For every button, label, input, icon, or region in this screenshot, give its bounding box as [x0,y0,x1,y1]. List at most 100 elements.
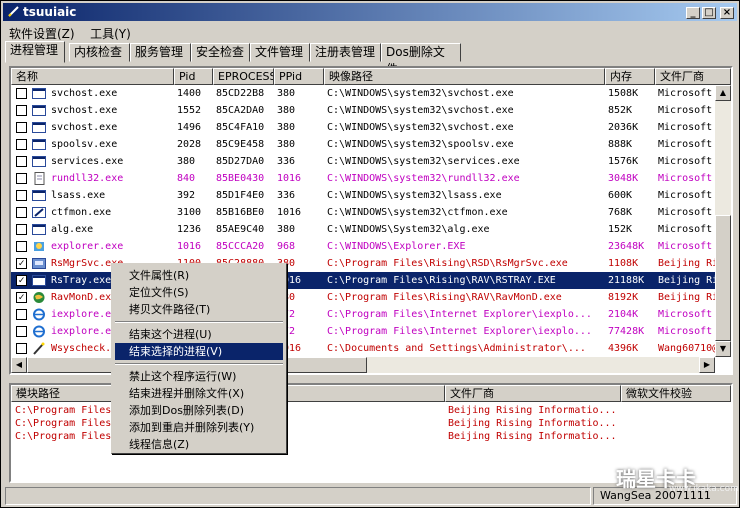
vertical-scroll-thumb[interactable] [715,215,731,341]
row-checkbox[interactable] [16,241,27,252]
row-checkbox[interactable] [16,156,27,167]
context-menu-item[interactable]: 拷贝文件路径(T) [115,301,283,318]
row-checkbox[interactable] [16,122,27,133]
module-vendor: Beijing Rising Informatio... [448,431,617,442]
tab-security[interactable]: 安全检查 [191,43,250,62]
row-checkbox[interactable]: ✓ [16,292,27,303]
process-vendor: Wang60710@ [658,343,715,354]
process-name: spoolsv.exe [51,139,118,150]
process-pid: 840 [177,173,196,184]
row-checkbox[interactable] [16,207,27,218]
vertical-scrollbar[interactable]: ▲ ▼ [715,85,731,357]
table-row[interactable]: svchost.exe 1400 85CD22B8 380 C:\WINDOWS\sys… [11,85,715,102]
row-checkbox[interactable] [16,88,27,99]
process-image-path: C:\WINDOWS\system32\services.exe [327,156,520,167]
minimize-button[interactable]: _ [686,7,700,19]
scroll-down-button[interactable]: ▼ [715,341,731,357]
table-row[interactable]: svchost.exe 1496 85C4FA10 380 C:\WINDOWS\sys… [11,119,715,136]
module-path: C:\Program Files [15,405,112,416]
process-pid: 392 [177,190,196,201]
main-window: tsuuiaic _ □ × 软件设置(Z) 工具(Y) 进程管理 内核检查 服… [0,0,740,508]
process-image-path: C:\WINDOWS\Explorer.EXE [327,241,466,252]
context-menu-item[interactable]: 结束进程并删除文件(X) [115,385,283,402]
row-checkbox[interactable] [16,326,27,337]
process-memory: 768K [608,207,633,218]
process-memory: 2104K [608,309,639,320]
context-menu-item[interactable]: 禁止这个程序运行(W) [115,368,283,385]
col-eprocess[interactable]: EPROCESS [213,68,274,85]
scroll-left-button[interactable]: ◀ [11,357,27,373]
app-icon [32,189,46,202]
table-row[interactable]: rundll32.exe 840 85BE0430 1016 C:\WINDOWS\sy… [11,170,715,187]
scroll-right-button[interactable]: ▶ [699,357,715,373]
process-name: services.exe [51,156,124,167]
context-menu-item[interactable]: 结束选择的进程(V) [115,343,283,360]
process-eprocess: 85AE9C40 [216,224,265,235]
context-menu-item[interactable]: 结束这个进程(U) [115,326,283,343]
col-ppid[interactable]: PPid [274,68,324,85]
context-menu-item[interactable]: 文件属性(R) [115,267,283,284]
tab-process[interactable]: 进程管理 [5,41,65,63]
process-ppid: 380 [277,139,296,150]
row-checkbox[interactable]: ✓ [16,275,27,286]
tab-registry[interactable]: 注册表管理 [310,43,381,62]
col-vendor[interactable]: 文件厂商 [655,68,731,85]
app-icon [32,155,46,168]
process-vendor: Beijing Ri [658,258,715,269]
col-name[interactable]: 名称 [11,68,174,85]
table-row[interactable]: lsass.exe 392 85D1F4E0 336 C:\WINDOWS\system… [11,187,715,204]
row-checkbox[interactable] [16,343,27,354]
module-path: C:\Program Files [15,431,112,442]
window-title: tsuuiaic [23,5,77,19]
table-row[interactable]: ctfmon.exe 3100 85B16BE0 1016 C:\WINDOWS\sys… [11,204,715,221]
maximize-button[interactable]: □ [702,7,716,19]
table-row[interactable]: services.exe 380 85D27DA0 336 C:\WINDOWS\sys… [11,153,715,170]
process-pid: 1552 [177,105,202,116]
tab-kernel[interactable]: 内核检查 [69,43,130,62]
process-memory: 4396K [608,343,639,354]
table-row[interactable]: alg.exe 1236 85AE9C40 380 C:\WINDOWS\System3… [11,221,715,238]
col-module-vendor[interactable]: 文件厂商 [445,385,621,402]
process-vendor: Microsoft [658,156,713,167]
close-button[interactable]: × [720,7,734,19]
context-menu-item[interactable]: 添加到Dos删除列表(D) [115,402,283,419]
process-memory: 852K [608,105,633,116]
row-checkbox[interactable] [16,309,27,320]
col-memory[interactable]: 内存 [605,68,655,85]
process-image-path: C:\WINDOWS\system32\spoolsv.exe [327,139,514,150]
table-row[interactable]: spoolsv.exe 2028 85C9E458 380 C:\WINDOWS\sys… [11,136,715,153]
process-vendor: Microsoft [658,122,713,133]
col-pid[interactable]: Pid [174,68,213,85]
col-image-path[interactable]: 映像路径 [324,68,605,85]
row-checkbox[interactable] [16,190,27,201]
context-menu-item[interactable]: 添加到重启并删除列表(Y) [115,419,283,436]
row-checkbox[interactable] [16,224,27,235]
table-row[interactable]: svchost.exe 1552 85CA2DA0 380 C:\WINDOWS\sys… [11,102,715,119]
scroll-up-button[interactable]: ▲ [715,85,731,101]
context-menu-item[interactable]: 线程信息(Z) [115,436,283,453]
context-menu-item[interactable]: 定位文件(S) [115,284,283,301]
process-memory: 77428K [608,326,645,337]
process-image-path: C:\WINDOWS\system32\ctfmon.exe [327,207,508,218]
row-checkbox[interactable]: ✓ [16,258,27,269]
row-checkbox[interactable] [16,105,27,116]
process-eprocess: 85B16BE0 [216,207,265,218]
tab-files[interactable]: 文件管理 [250,43,310,62]
process-image-path: C:\Program Files\Internet Explorer\iexpl… [327,326,592,337]
process-pid: 3100 [177,207,202,218]
process-ppid: 968 [277,241,296,252]
process-memory: 3048K [608,173,639,184]
process-name: svchost.exe [51,122,118,133]
table-row[interactable]: explorer.exe 1016 85CCCA20 968 C:\WINDOWS\Ex… [11,238,715,255]
tab-services[interactable]: 服务管理 [130,43,191,62]
row-checkbox[interactable] [16,139,27,150]
row-checkbox[interactable] [16,173,27,184]
process-pid: 1496 [177,122,202,133]
app-icon [32,138,46,151]
app-icon [32,121,46,134]
col-ms-verify[interactable]: 微软文件校验 [621,385,731,402]
process-eprocess: 85BE0430 [216,173,265,184]
title-bar[interactable]: tsuuiaic _ □ × [3,3,737,21]
module-vendor: Beijing Rising Informatio... [448,418,617,429]
tab-dos-delete[interactable]: Dos删除文件 [381,43,461,76]
